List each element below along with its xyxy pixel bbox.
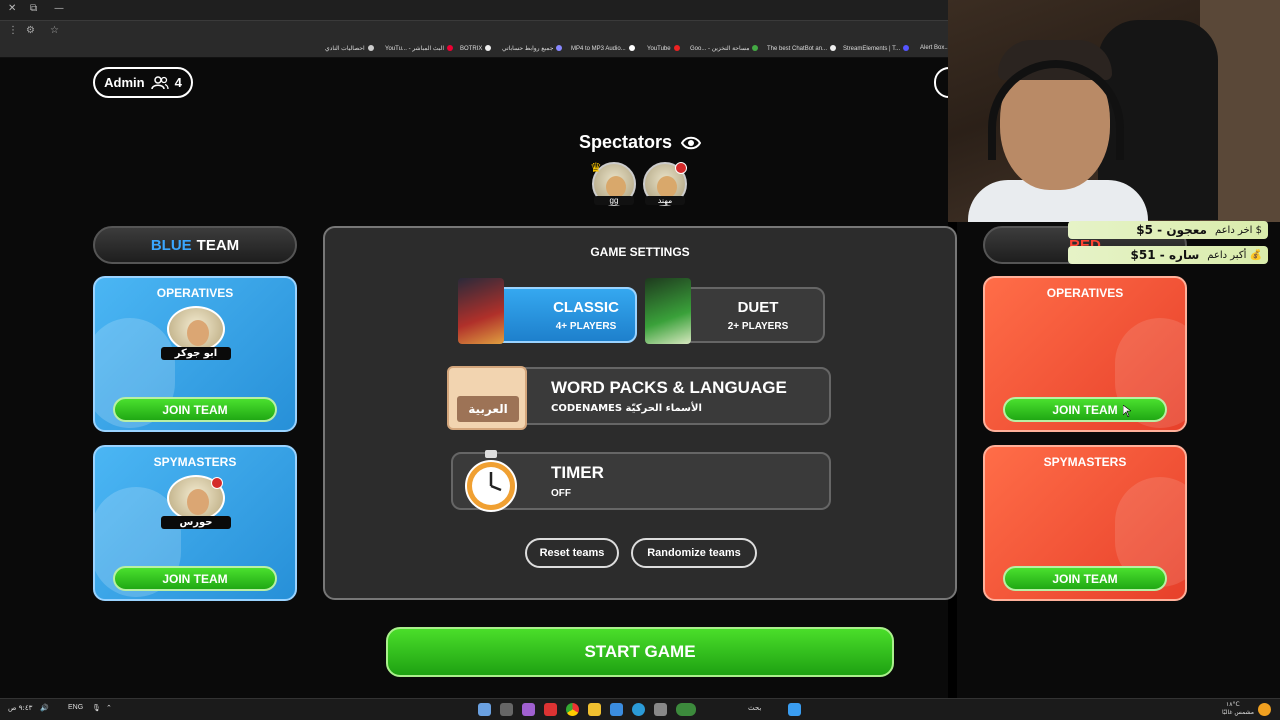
discord-icon[interactable] xyxy=(522,703,535,716)
mouse-cursor-icon xyxy=(1123,405,1131,417)
file-explorer-icon[interactable] xyxy=(588,703,601,716)
card-title: SPYMASTERS xyxy=(1043,455,1127,469)
app-icon[interactable] xyxy=(500,703,513,716)
card-title: OPERATIVES xyxy=(156,286,234,300)
donation-tag: 💰 أكبر داعم xyxy=(1207,249,1262,261)
minimize-window-icon[interactable]: — xyxy=(54,3,64,14)
chevron-up-icon[interactable]: ⌃ xyxy=(106,704,112,712)
team-name-colored: BLUE xyxy=(150,236,192,254)
language-tile[interactable]: العربية xyxy=(447,366,527,430)
settings-title: GAME SETTINGS xyxy=(590,245,690,259)
game-settings-panel: GAME SETTINGS CLASSIC 4+ PLAYERS DUET 2+… xyxy=(323,226,957,600)
top-donor-bar: 💰 أكبر داعم ساره - 51$ xyxy=(1068,246,1268,264)
windows-taskbar: ٩:٤٣ ص 🔊 ENG 🎙 ⌃ بحث ١٨°C مشمس غالبًا xyxy=(0,698,1280,720)
spectator-name: مهند xyxy=(645,196,685,205)
option-label: WORD PACKS & LANGUAGE xyxy=(551,378,787,397)
restore-window-icon[interactable]: ⧉ xyxy=(30,3,37,14)
member-name: حورس xyxy=(161,516,231,529)
muted-badge-icon xyxy=(675,162,687,174)
join-team-button[interactable]: JOIN TEAM xyxy=(1003,566,1167,591)
red-operatives-card: OPERATIVES JOIN TEAM xyxy=(983,276,1187,432)
donation-text: معجون - 5$ xyxy=(1136,223,1207,237)
classic-box-art xyxy=(458,278,504,344)
last-donor-bar: $ اخر داعم معجون - 5$ xyxy=(1068,221,1268,239)
streamer-webcam xyxy=(948,0,1280,222)
donation-text: ساره - 51$ xyxy=(1130,248,1200,262)
spectators-heading: Spectators xyxy=(540,132,740,153)
crown-icon: ♛ xyxy=(590,160,602,175)
task-view-icon[interactable] xyxy=(654,703,667,716)
store-icon[interactable] xyxy=(610,703,623,716)
option-label: TIMER xyxy=(551,463,604,482)
reset-teams-button[interactable]: Reset teams xyxy=(525,538,619,568)
option-sub: OFF xyxy=(551,488,571,499)
blue-operatives-card: OPERATIVES ابو جوكر JOIN TEAM xyxy=(93,276,297,432)
join-team-button[interactable]: JOIN TEAM xyxy=(113,566,277,591)
blue-team-header: BLUE TEAM xyxy=(93,226,297,264)
bookmark-item[interactable]: جميع روابط حساباتي xyxy=(502,45,563,52)
bookmark-item[interactable]: Alert Box... xyxy=(920,45,949,51)
start-game-button[interactable]: START GAME xyxy=(386,627,894,677)
member-avatar[interactable] xyxy=(167,306,225,352)
users-icon xyxy=(150,75,169,89)
player-count: 4 xyxy=(174,75,182,90)
card-title: SPYMASTERS xyxy=(153,455,237,469)
red-spymasters-card: SPYMASTERS JOIN TEAM xyxy=(983,445,1187,601)
join-team-button[interactable]: JOIN TEAM xyxy=(113,397,277,422)
browser-titlebar: ✕ ⧉ — xyxy=(0,0,948,20)
admin-players-pill[interactable]: Admin 4 xyxy=(93,67,193,98)
close-window-icon[interactable]: ✕ xyxy=(8,3,16,14)
spectator-name: gg xyxy=(594,196,634,205)
microphone-icon[interactable]: 🎙 xyxy=(92,704,101,712)
bookmark-item[interactable]: The best ChatBot an... xyxy=(767,45,837,52)
muted-badge-icon xyxy=(211,477,223,489)
address-bar[interactable]: ⋮ ⚙ ☆ xyxy=(0,20,948,42)
randomize-teams-button[interactable]: Randomize teams xyxy=(631,538,757,568)
spectators-title: Spectators xyxy=(578,132,673,152)
extensions-icon[interactable]: ⚙ xyxy=(26,25,35,36)
volume-icon[interactable]: 🔊 xyxy=(40,704,49,712)
bookmarks-bar: احصاليات النادي YouTu... - البث المباشر … xyxy=(0,42,949,58)
join-team-button[interactable]: JOIN TEAM xyxy=(1003,397,1167,422)
language-tile-text: العربية xyxy=(457,396,519,422)
edge-icon[interactable] xyxy=(632,703,645,716)
stopwatch-icon xyxy=(465,450,517,512)
clock-time[interactable]: ٩:٤٣ ص xyxy=(8,704,32,712)
card-title: OPERATIVES xyxy=(1046,286,1124,300)
team-name-rest: TEAM xyxy=(196,236,240,254)
bookmark-item[interactable]: StreamElements | T... xyxy=(843,45,910,52)
eye-icon xyxy=(681,136,702,150)
weather-icon[interactable] xyxy=(1258,703,1271,716)
chrome-icon[interactable] xyxy=(566,703,579,716)
duet-box-art xyxy=(645,278,691,344)
donation-tag: $ اخر داعم xyxy=(1214,224,1262,236)
member-name: ابو جوكر xyxy=(161,347,231,360)
weather-desc: مشمس غالبًا xyxy=(1222,709,1255,716)
taskbar-search[interactable]: بحث xyxy=(748,704,761,712)
bookmark-item[interactable]: BOTRIX xyxy=(460,45,492,52)
menu-dots-icon[interactable]: ⋮ xyxy=(8,25,18,36)
option-sub: CODENAMES الأسماء الحركيّة xyxy=(551,403,702,414)
bookmark-star-icon[interactable]: ☆ xyxy=(50,25,59,36)
steam-icon[interactable] xyxy=(478,703,491,716)
weather-temp[interactable]: ١٨°C xyxy=(1226,701,1240,708)
widgets-icon[interactable] xyxy=(676,703,696,716)
bookmark-item[interactable]: MP4 to MP3 Audio... xyxy=(571,45,635,52)
blue-spymasters-card: SPYMASTERS حورس JOIN TEAM xyxy=(93,445,297,601)
bookmark-item[interactable]: Goo... - مساحة التخزين xyxy=(690,45,759,52)
language-indicator[interactable]: ENG xyxy=(68,704,83,711)
admin-label: Admin xyxy=(104,75,145,90)
bookmark-item[interactable]: YouTu... - البث المباشر xyxy=(385,45,454,52)
bookmark-item[interactable]: احصاليات النادي xyxy=(325,45,374,52)
bookmark-item[interactable]: YouTube xyxy=(647,45,680,52)
windows-start-icon[interactable] xyxy=(788,703,801,716)
obs-icon[interactable] xyxy=(544,703,557,716)
